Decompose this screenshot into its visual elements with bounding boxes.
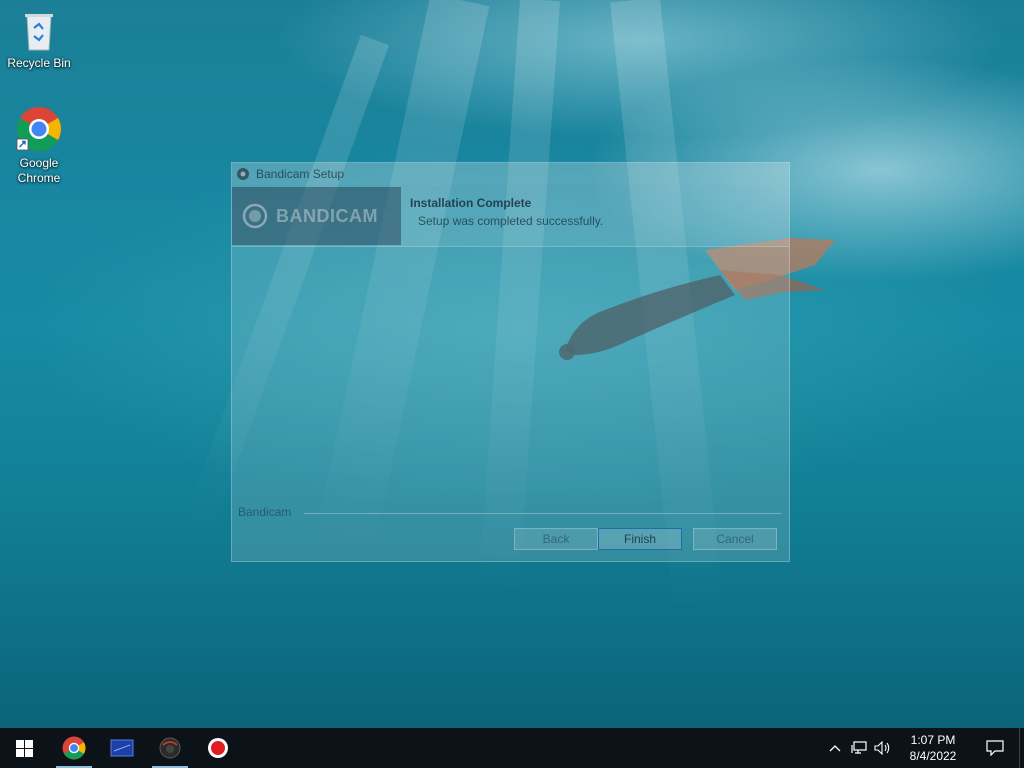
back-button[interactable]: Back <box>514 528 598 550</box>
footer-branding: Bandicam <box>238 505 292 519</box>
taskbar-bandicam-setup-button[interactable] <box>146 728 194 768</box>
finish-button[interactable]: Finish <box>598 528 682 550</box>
brand-text: BANDICAM <box>276 205 378 226</box>
bandicam-logo-icon <box>242 203 268 229</box>
network-icon <box>851 741 867 754</box>
start-button[interactable] <box>0 728 48 768</box>
setup-dialog: Bandicam Setup BANDICAM Installation Com… <box>231 162 790 562</box>
footer-divider <box>304 513 782 514</box>
taskbar-record-button[interactable] <box>194 728 242 768</box>
bandicam-setup-icon <box>159 737 181 759</box>
desktop-icon-google-chrome[interactable]: Google Chrome <box>1 106 77 186</box>
bandicam-icon <box>237 168 249 180</box>
taskbar-chrome-button[interactable] <box>50 728 98 768</box>
start-icon <box>15 739 33 757</box>
desktop-icon-label: Recycle Bin <box>7 56 71 70</box>
header-subtitle: Setup was completed successfully. <box>418 214 604 228</box>
display-icon <box>110 739 134 757</box>
chrome-icon <box>16 107 61 151</box>
chrome-icon <box>62 736 86 760</box>
chevron-up-icon <box>829 745 841 752</box>
dialog-title: Bandicam Setup <box>256 167 345 181</box>
bandicam-logo: BANDICAM <box>232 187 401 245</box>
action-center-button[interactable] <box>971 728 1019 768</box>
speaker-icon <box>874 741 890 755</box>
notification-icon <box>986 740 1004 756</box>
header-title: Installation Complete <box>410 196 532 210</box>
cancel-button[interactable]: Cancel <box>693 528 777 550</box>
network-button[interactable] <box>847 728 871 768</box>
dialog-titlebar[interactable]: Bandicam Setup <box>232 163 789 185</box>
show-desktop-button[interactable] <box>1019 728 1024 768</box>
volume-button[interactable] <box>871 728 895 768</box>
desktop-icon-label: Google Chrome <box>17 156 61 185</box>
dialog-header: BANDICAM Installation Complete Setup was… <box>232 185 789 247</box>
taskbar: 1:07 PM 8/4/2022 <box>0 728 1024 768</box>
show-hidden-icons-button[interactable] <box>823 728 847 768</box>
recycle-bin-icon <box>25 14 53 51</box>
taskbar-clock[interactable]: 1:07 PM 8/4/2022 <box>895 732 971 764</box>
system-tray: 1:07 PM 8/4/2022 <box>823 728 1024 768</box>
record-icon <box>208 738 228 758</box>
clock-time: 1:07 PM <box>910 733 956 747</box>
taskbar-display-button[interactable] <box>98 728 146 768</box>
desktop-icon-recycle-bin[interactable]: Recycle Bin <box>1 8 77 71</box>
clock-date: 8/4/2022 <box>909 749 957 763</box>
